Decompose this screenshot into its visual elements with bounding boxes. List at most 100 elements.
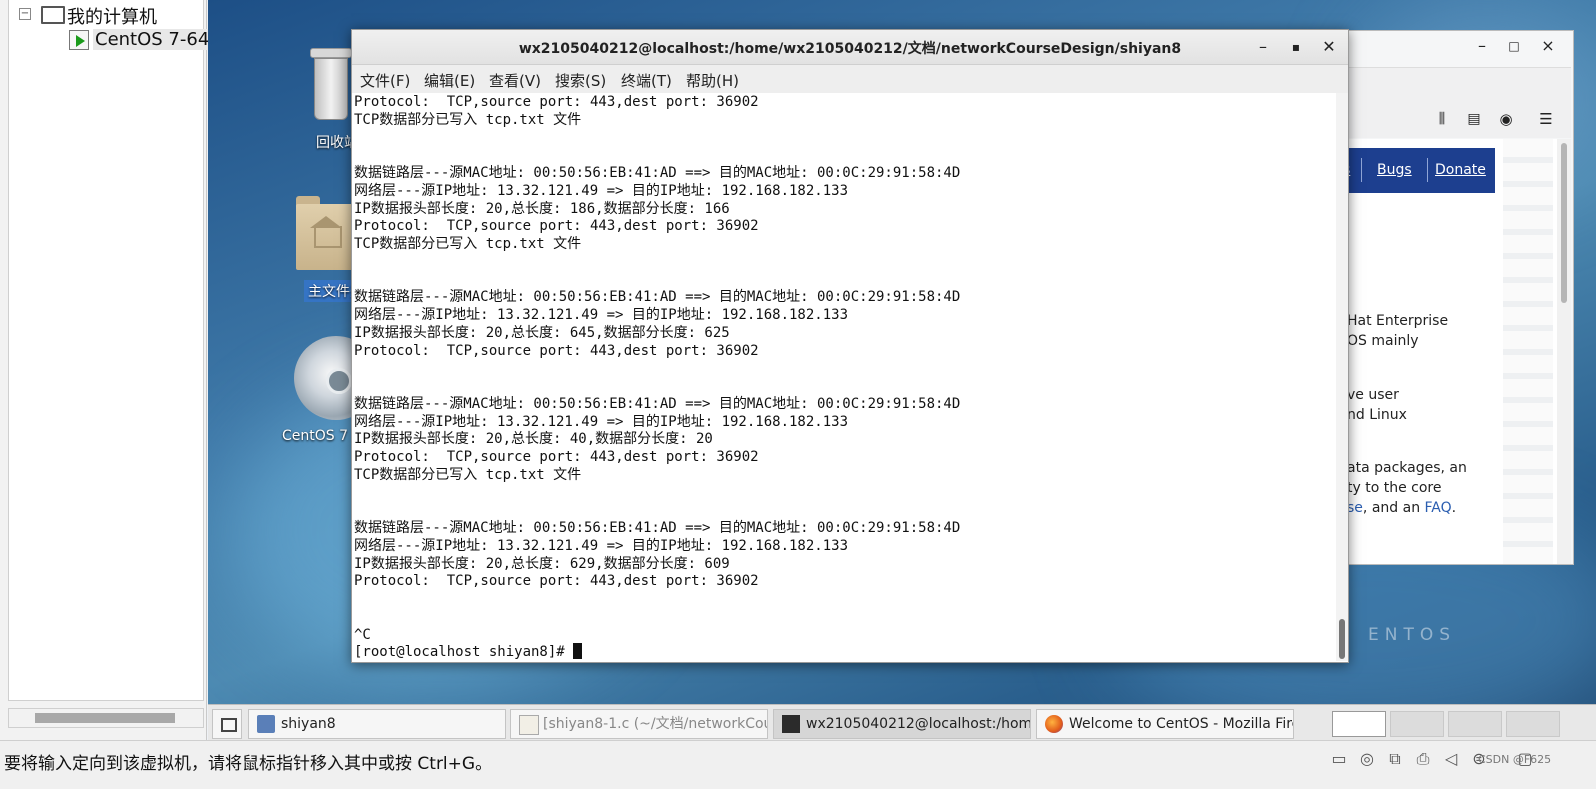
terminal-line: Protocol: TCP,source port: 443,dest port… [354,218,759,235]
terminal-title: wx2105040212@localhost:/home/wx210504021… [518,41,1182,57]
watermark: CSDN @F625 [1478,753,1552,766]
menu-file[interactable]: 文件(F) [360,70,410,91]
terminal-line: 网络层---源IP地址: 13.32.121.49 => 目的IP地址: 192… [354,413,849,430]
terminal-line: 数据链路层---源MAC地址: 00:50:56:EB:41:AD ==> 目的… [354,165,961,181]
firefox-icon [1045,715,1063,733]
page-text: nd Linux [1347,407,1407,423]
menu-help[interactable]: 帮助(H) [686,70,739,91]
show-desktop-button[interactable] [212,709,242,739]
account-icon[interactable]: ◉ [1495,108,1517,130]
taskbar-item-label: [shiyan8-1.c (~/文档/networkCours… [543,716,767,732]
firefox-toolbar: ⫼ ▤ ◉ ☰ [1343,67,1571,138]
taskbar-item-editor[interactable]: [shiyan8-1.c (~/文档/networkCours… [510,709,768,739]
cd-drive-icon[interactable]: ◎ [1356,749,1378,771]
faq-link[interactable]: FAQ [1425,500,1452,516]
taskbar-item-label: Welcome to CentOS - Mozilla Firefox [1069,716,1293,732]
menu-search[interactable]: 搜索(S) [555,70,606,91]
maximize-icon[interactable]: □ [1503,35,1525,57]
vm-running-icon [69,30,89,50]
terminal-line: TCP数据部分已写入 tcp.txt 文件 [354,236,582,252]
show-desktop-icon [221,718,237,732]
disc-label[interactable]: CentOS 7 x [282,428,361,444]
firefox-page-nav: s Bugs Donate [1343,148,1495,193]
terminal-output[interactable]: Protocol: TCP,source port: 443,dest port… [352,93,1336,661]
terminal-line: IP数据报头部长度: 20,总长度: 645,数据部分长度: 625 [354,324,730,341]
page-scrollbar[interactable] [1557,139,1571,564]
terminal-prompt-line[interactable]: [root@localhost shiyan8]# [354,643,583,661]
vm-tree: − 我的计算机 CentOS 7-64 [8,0,212,701]
sidebar-icon[interactable]: ▤ [1463,108,1485,130]
terminal-menubar: 文件(F) 编辑(E) 查看(V) 搜索(S) 终端(T) 帮助(H) [352,65,1348,94]
page-text-last: se, and an FAQ. [1347,500,1456,516]
nav-link-bugs[interactable]: Bugs [1377,162,1412,178]
scrollbar-thumb[interactable] [1339,619,1345,659]
terminal-line: IP数据报头部长度: 20,总长度: 629,数据部分长度: 609 [354,555,730,572]
menu-terminal[interactable]: 终端(T) [621,70,672,91]
terminal-prompt: [root@localhost shiyan8]# [354,644,574,661]
terminal-line: 网络层---源IP地址: 13.32.121.49 => 目的IP地址: 192… [354,182,849,199]
nav-link-donate[interactable]: Donate [1435,162,1486,178]
page-text: ve user [1347,387,1399,403]
terminal-line: 数据链路层---源MAC地址: 00:50:56:EB:41:AD ==> 目的… [354,289,961,306]
workspace-1[interactable] [1332,711,1386,737]
close-icon[interactable]: ✕ [1318,36,1340,58]
taskbar-item-firefox[interactable]: Welcome to CentOS - Mozilla Firefox [1036,709,1294,739]
page-text-mid: , and an [1362,500,1425,516]
library-icon[interactable]: ⫼ [1431,108,1453,130]
scrollbar-thumb[interactable] [35,713,175,723]
terminal-line: IP数据报头部长度: 20,总长度: 40,数据部分长度: 20 [354,431,713,448]
collapse-toggle-icon[interactable]: − [19,8,31,20]
hard-disk-icon[interactable]: ▭ [1328,749,1350,771]
terminal-titlebar[interactable]: wx2105040212@localhost:/home/wx210504021… [352,30,1348,65]
page-text: OS mainly [1347,333,1419,349]
page-pattern [1503,139,1553,564]
printer-icon[interactable]: ⎙ [1412,749,1434,771]
menu-view[interactable]: 查看(V) [489,70,541,91]
terminal-window[interactable]: wx2105040212@localhost:/home/wx210504021… [351,29,1349,663]
workspace-2[interactable] [1390,711,1444,737]
taskbar-item-files[interactable]: shiyan8 [248,709,506,739]
terminal-line: Protocol: TCP,source port: 443,dest port… [354,449,759,465]
terminal-scrollbar[interactable] [1336,93,1348,661]
terminal-line: 网络层---源IP地址: 13.32.121.49 => 目的IP地址: 192… [354,307,849,323]
terminal-line: TCP数据部分已写入 tcp.txt 文件 [354,111,582,128]
terminal-line: ^C [354,626,371,643]
minimize-icon[interactable]: – [1252,36,1274,58]
page-text: Hat Enterprise [1347,313,1449,329]
page-text: ty to the core [1347,480,1442,496]
network-icon[interactable]: ⧉ [1384,749,1406,771]
text-editor-icon [519,715,539,735]
computer-icon [41,6,65,24]
terminal-line: Protocol: TCP,source port: 443,dest port… [354,342,759,359]
sound-icon[interactable]: ◁ [1440,749,1462,771]
close-icon[interactable]: × [1537,35,1559,57]
maximize-icon[interactable]: ▪ [1285,36,1307,58]
host-status-bar: 要将输入定向到该虚拟机，请将鼠标指针移入其中或按 Ctrl+G。 ▭ ◎ ⧉ ⎙… [0,740,1596,789]
tree-root-label[interactable]: 我的计算机 [67,3,157,29]
terminal-line: 数据链路层---源MAC地址: 00:50:56:EB:41:AD ==> 目的… [354,395,961,412]
taskbar-item-terminal[interactable]: wx2105040212@localhost:/home/… [773,709,1031,739]
tree-vm-item[interactable]: CentOS 7-64 [93,29,212,50]
terminal-icon [782,715,800,733]
text-cursor [573,643,583,660]
terminal-line: 数据链路层---源MAC地址: 00:50:56:EB:41:AD ==> 目的… [354,520,961,536]
terminal-line: 网络层---源IP地址: 13.32.121.49 => 目的IP地址: 192… [354,537,849,554]
menu-edit[interactable]: 编辑(E) [424,70,475,91]
terminal-line: Protocol: TCP,source port: 443,dest port… [354,573,759,590]
minimize-icon[interactable]: – [1471,35,1493,57]
taskbar-item-label: shiyan8 [281,716,336,732]
menu-icon[interactable]: ☰ [1535,108,1557,130]
guest-taskbar: shiyan8 [shiyan8-1.c (~/文档/networkCours…… [208,704,1596,741]
vm-library-panel: − 我的计算机 CentOS 7-64 [0,0,212,740]
status-message: 要将输入定向到该虚拟机，请将鼠标指针移入其中或按 Ctrl+G。 [4,754,493,774]
firefox-window[interactable]: – □ × ⫼ ▤ ◉ ☰ s Bugs Donate Hat Enterpri… [1342,30,1574,565]
workspace-4[interactable] [1506,711,1560,737]
folder-icon [257,715,275,733]
home-folder-icon[interactable] [296,192,356,272]
trash-icon[interactable] [306,48,354,120]
terminal-line: Protocol: TCP,source port: 443,dest port… [354,94,759,110]
page-text-end: . [1451,500,1457,516]
workspace-3[interactable] [1448,711,1502,737]
tree-horizontal-scrollbar[interactable] [8,708,204,728]
page-link[interactable]: se [1347,500,1363,516]
